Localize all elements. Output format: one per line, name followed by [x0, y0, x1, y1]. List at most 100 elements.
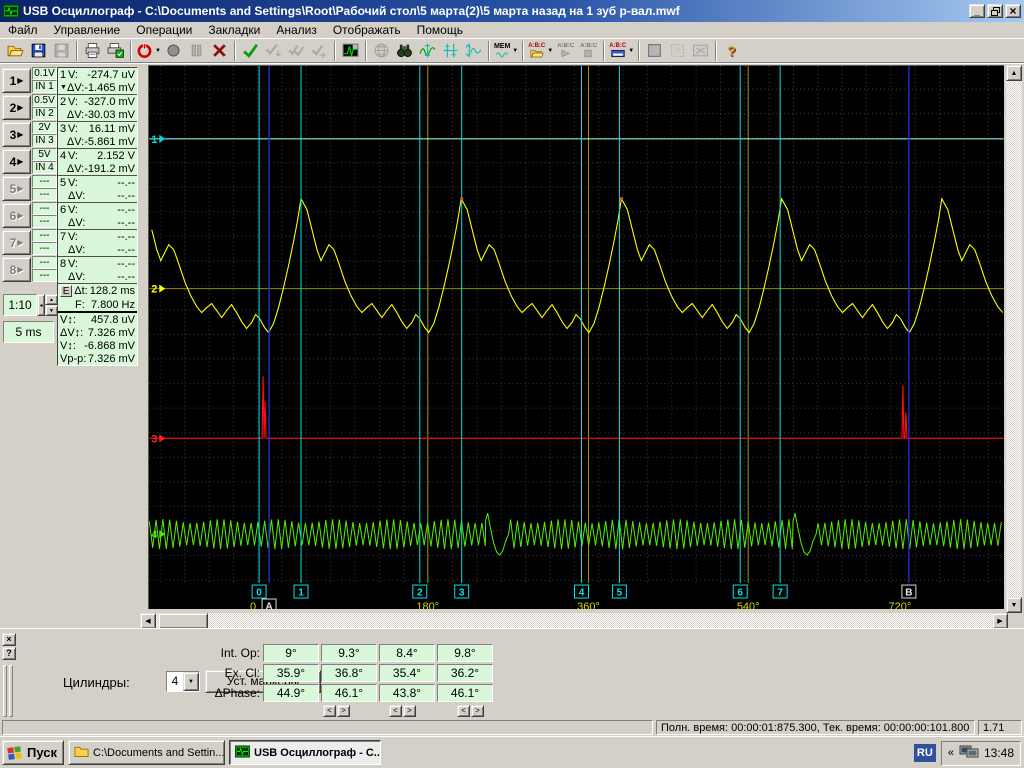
ratio-down-button[interactable]: ▼ — [45, 305, 58, 316]
horizontal-scroll-thumb[interactable] — [158, 613, 208, 629]
nav-next-button[interactable]: > — [403, 705, 416, 717]
cylinders-combobox[interactable]: 4 ▼ — [166, 671, 200, 692]
channel-1-input-field[interactable]: IN 1 — [32, 80, 57, 93]
task-button-2[interactable]: USB Осциллограф - C... — [229, 740, 381, 765]
channel-8-range-field[interactable]: --- — [32, 256, 57, 269]
channel-2-button[interactable]: 2 ▶ — [2, 95, 31, 120]
language-indicator[interactable]: RU — [913, 744, 936, 762]
marker-label[interactable]: 2 — [417, 588, 423, 599]
apply-check-button[interactable] — [239, 40, 262, 62]
marker-label[interactable]: 7 — [777, 588, 783, 599]
channel-6-range-field[interactable]: --- — [32, 202, 57, 215]
minimize-button[interactable]: _ — [969, 4, 985, 18]
nav-prev-button[interactable]: < — [323, 705, 336, 717]
channel-3-input-field[interactable]: IN 3 — [32, 134, 57, 147]
channel-3-button[interactable]: 3 ▶ — [2, 122, 31, 147]
menu-item-5[interactable]: Анализ — [268, 22, 325, 38]
menu-item-7[interactable]: Помощь — [409, 22, 471, 38]
power-button[interactable]: ▼ — [135, 40, 162, 62]
internet-button[interactable] — [370, 40, 393, 62]
marker-label[interactable]: 1 — [298, 588, 304, 599]
channel-5-button[interactable]: 5 ▶ — [2, 176, 31, 201]
clear-region-button[interactable] — [689, 40, 712, 62]
abc-display-button[interactable]: A:B:C ▼ — [608, 40, 635, 62]
start-button[interactable]: Пуск — [2, 740, 64, 765]
channel-8-input-field[interactable]: --- — [32, 269, 57, 282]
channel-3-range-field[interactable]: 2V — [32, 121, 57, 134]
close-button[interactable]: × — [1005, 4, 1021, 18]
save-copy-button[interactable] — [50, 40, 73, 62]
print-preview-button[interactable] — [104, 40, 127, 62]
wave-markers-button[interactable] — [462, 40, 485, 62]
task-button-1[interactable]: C:\Documents and Settin... — [68, 740, 225, 765]
menu-item-3[interactable]: Операции — [128, 22, 200, 38]
horizontal-scrollbar[interactable]: ◀ ▶ — [140, 613, 1008, 629]
dropdown-arrow-icon[interactable]: ▼ — [628, 48, 634, 54]
channel-7-button[interactable]: 7 ▶ — [2, 230, 31, 255]
tray-chevron-icon[interactable]: « — [948, 747, 954, 759]
open-button[interactable] — [4, 40, 27, 62]
vertical-scrollbar[interactable]: ▲ ▼ — [1006, 65, 1022, 613]
ratio-left-button[interactable]: ◂ — [37, 294, 45, 316]
channel-7-input-field[interactable]: --- — [32, 242, 57, 255]
channel-8-button[interactable]: 8 ▶ — [2, 257, 31, 282]
pause-button[interactable] — [185, 40, 208, 62]
display-settings-button[interactable] — [339, 40, 362, 62]
scope-canvas[interactable]: 12340 1 2 3 4 5 6 7 BA0 180° 360° 540° 720° — [148, 65, 1004, 609]
network-monitor-icon[interactable] — [959, 745, 979, 762]
nav-next-button[interactable]: > — [337, 705, 350, 717]
help-button[interactable]: ? — [720, 40, 743, 62]
probe-ratio-value[interactable]: 1:10 — [3, 294, 37, 316]
channel-1-button[interactable]: 1 ▶ — [2, 68, 31, 93]
panel-help-button[interactable]: ? — [2, 647, 16, 660]
select-region-button[interactable] — [643, 40, 666, 62]
nav-prev-button[interactable]: < — [389, 705, 402, 717]
pattern-button[interactable] — [666, 40, 689, 62]
scroll-right-button[interactable]: ▶ — [992, 613, 1008, 629]
scroll-down-button[interactable]: ▼ — [1006, 597, 1022, 613]
dropdown-arrow-icon[interactable]: ▼ — [547, 48, 553, 54]
check-down-button[interactable] — [262, 40, 285, 62]
marker-label[interactable]: 5 — [617, 588, 623, 599]
marker-b-label[interactable]: B — [905, 588, 912, 599]
check-double-button[interactable] — [285, 40, 308, 62]
record-button[interactable] — [162, 40, 185, 62]
abc-play-button[interactable]: A:B:C — [554, 40, 577, 62]
e-marker-box[interactable]: E — [60, 285, 73, 297]
channel-1-range-field[interactable]: 0.1V — [32, 67, 57, 80]
channel-7-range-field[interactable]: --- — [32, 229, 57, 242]
combo-dropdown-icon[interactable]: ▼ — [183, 672, 199, 691]
search-button[interactable] — [393, 40, 416, 62]
channel-6-button[interactable]: 6 ▶ — [2, 203, 31, 228]
menu-item-6[interactable]: Отображать — [325, 22, 409, 38]
check-forward-button[interactable] — [308, 40, 331, 62]
panel-close-button[interactable]: × — [2, 633, 16, 646]
nav-prev-button[interactable]: < — [457, 705, 470, 717]
marker-a-label[interactable]: A — [265, 601, 272, 609]
channel-2-input-field[interactable]: IN 2 — [32, 107, 57, 120]
menu-item-4[interactable]: Закладки — [200, 22, 268, 38]
panel-gripper[interactable] — [3, 665, 7, 717]
print-button[interactable] — [81, 40, 104, 62]
nav-next-button[interactable]: > — [471, 705, 484, 717]
abc-stop-button[interactable]: A:B:C — [577, 40, 600, 62]
memory-button[interactable]: MEM ▼ — [493, 40, 519, 62]
dropdown-arrow-icon[interactable]: ▼ — [155, 48, 161, 54]
panel-gripper[interactable] — [9, 665, 13, 717]
channel-4-input-field[interactable]: IN 4 — [32, 161, 57, 174]
channel-2-range-field[interactable]: 0.5V — [32, 94, 57, 107]
marker-label[interactable]: 3 — [459, 588, 465, 599]
wave-cursor-button[interactable] — [416, 40, 439, 62]
marker-label[interactable]: 0 — [256, 588, 262, 599]
dropdown-arrow-icon[interactable]: ▼ — [512, 48, 518, 54]
menu-item-1[interactable]: Файл — [0, 22, 46, 38]
restore-button[interactable] — [987, 4, 1003, 18]
cursors-button[interactable] — [439, 40, 462, 62]
save-button[interactable] — [27, 40, 50, 62]
channel-5-input-field[interactable]: --- — [32, 188, 57, 201]
scroll-up-button[interactable]: ▲ — [1006, 65, 1022, 81]
delete-button[interactable] — [208, 40, 231, 62]
marker-label[interactable]: 4 — [579, 588, 585, 599]
channel-6-input-field[interactable]: --- — [32, 215, 57, 228]
marker-label[interactable]: 6 — [737, 588, 743, 599]
